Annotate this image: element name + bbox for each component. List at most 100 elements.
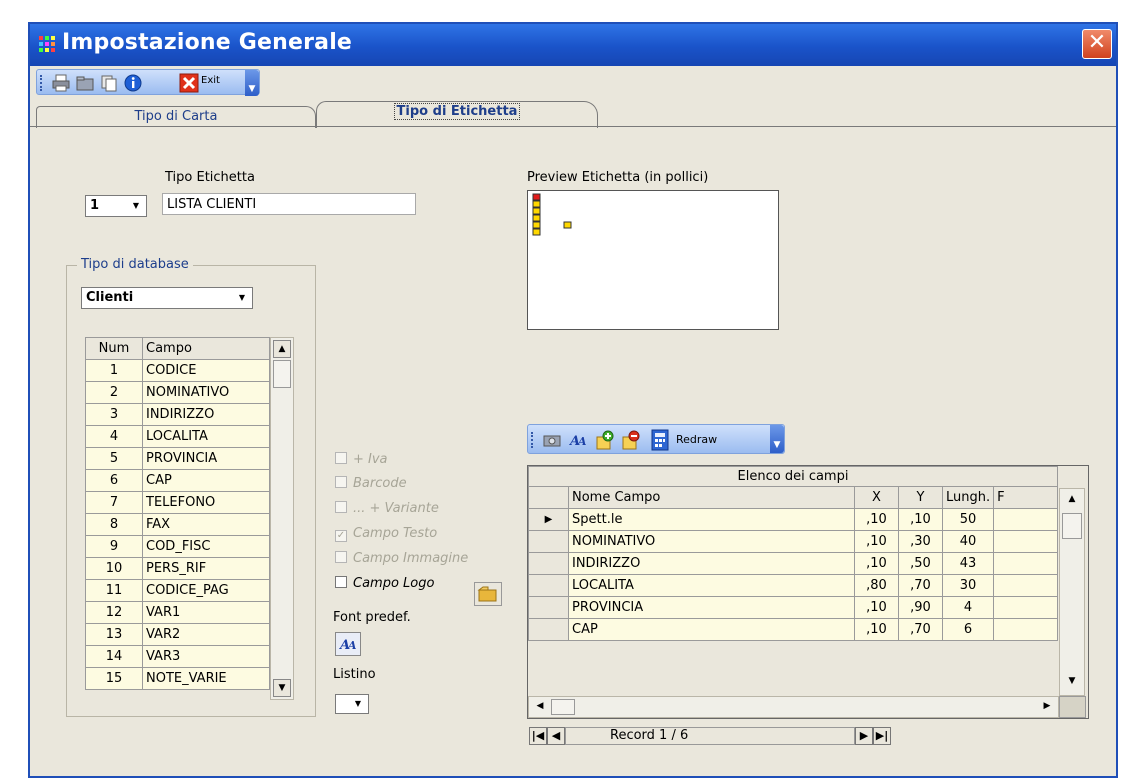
field-f-cell[interactable]: [993, 574, 1058, 597]
fields-vertical-scrollbar[interactable]: ▲ ▼: [1059, 488, 1085, 696]
scroll-up-icon[interactable]: ▲: [1063, 491, 1081, 509]
campi-name-cell[interactable]: CODICE_PAG: [142, 579, 270, 602]
camera-icon[interactable]: [542, 431, 562, 449]
campi-name-cell[interactable]: VAR1: [142, 601, 270, 624]
field-x-cell[interactable]: ,10: [854, 596, 899, 619]
campi-num-cell[interactable]: 7: [85, 491, 143, 514]
title-bar[interactable]: Impostazione Generale ✕: [30, 24, 1116, 66]
chevron-down-icon[interactable]: ▼: [128, 198, 144, 214]
listino-select[interactable]: ▼: [335, 694, 369, 714]
field-length-cell[interactable]: 50: [941, 508, 995, 531]
campi-num-cell[interactable]: 15: [85, 667, 143, 690]
campi-row[interactable]: 15 NOTE_VARIE: [85, 667, 270, 690]
redraw-button[interactable]: Redraw: [676, 433, 717, 446]
field-y-cell[interactable]: ,70: [898, 618, 943, 641]
scroll-down-icon[interactable]: ▼: [1063, 673, 1081, 691]
exit-button-label[interactable]: Exit: [201, 75, 220, 86]
field-f-cell[interactable]: [993, 618, 1058, 641]
campi-num-cell[interactable]: 12: [85, 601, 143, 624]
campi-name-cell[interactable]: NOMINATIVO: [142, 381, 270, 404]
field-length-cell[interactable]: 30: [941, 574, 995, 597]
scroll-right-icon[interactable]: ▶: [1038, 698, 1056, 716]
campi-name-cell[interactable]: CODICE: [142, 359, 270, 382]
campi-name-cell[interactable]: FAX: [142, 513, 270, 536]
next-record-icon[interactable]: ▶: [855, 727, 873, 745]
field-f-cell[interactable]: [993, 530, 1058, 553]
campo-testo-checkbox[interactable]: ✓ Campo Testo: [335, 526, 437, 542]
field-f-cell[interactable]: [993, 596, 1058, 619]
campi-num-cell[interactable]: 14: [85, 645, 143, 668]
iva-checkbox[interactable]: + Iva: [335, 452, 388, 467]
campi-scrollbar[interactable]: ▲ ▼: [270, 337, 294, 700]
field-x-cell[interactable]: ,10: [854, 552, 899, 575]
campi-row[interactable]: 9 COD_FISC: [85, 535, 270, 558]
tab-tipo-di-carta[interactable]: Tipo di Carta: [36, 106, 316, 128]
add-field-icon[interactable]: [594, 429, 616, 451]
campi-num-cell[interactable]: 1: [85, 359, 143, 382]
last-record-icon[interactable]: ▶|: [873, 727, 891, 745]
campi-name-cell[interactable]: INDIRIZZO: [142, 403, 270, 426]
toolbar-grip[interactable]: [531, 432, 534, 448]
field-name-cell[interactable]: PROVINCIA: [568, 596, 855, 619]
field-f-cell[interactable]: [993, 552, 1058, 575]
field-name-cell[interactable]: CAP: [568, 618, 855, 641]
campi-num-cell[interactable]: 6: [85, 469, 143, 492]
campi-row[interactable]: 3 INDIRIZZO: [85, 403, 270, 426]
field-row[interactable]: NOMINATIVO ,10,30 40: [528, 530, 1058, 553]
barcode-checkbox[interactable]: Barcode: [335, 476, 407, 491]
campi-row[interactable]: 7 TELEFONO: [85, 491, 270, 514]
row-selector[interactable]: [528, 574, 569, 597]
row-selector[interactable]: [528, 552, 569, 575]
campi-num-cell[interactable]: 13: [85, 623, 143, 646]
field-y-cell[interactable]: ,70: [898, 574, 943, 597]
field-row[interactable]: ▶ Spett.le ,10,10 50: [528, 508, 1058, 531]
remove-field-icon[interactable]: [620, 429, 642, 451]
variante-checkbox[interactable]: ... + Variante: [335, 501, 439, 516]
campi-row[interactable]: 12 VAR1: [85, 601, 270, 624]
campo-immagine-checkbox[interactable]: Campo Immagine: [335, 551, 468, 566]
field-name-cell[interactable]: Spett.le: [568, 508, 855, 531]
campi-name-cell[interactable]: TELEFONO: [142, 491, 270, 514]
campi-row[interactable]: 10 PERS_RIF: [85, 557, 270, 580]
campi-row[interactable]: 2 NOMINATIVO: [85, 381, 270, 404]
field-y-cell[interactable]: ,50: [898, 552, 943, 575]
field-row[interactable]: INDIRIZZO ,10,50 43: [528, 552, 1058, 575]
chevron-down-icon[interactable]: ▼: [350, 696, 366, 712]
campi-row[interactable]: 4 LOCALITA: [85, 425, 270, 448]
close-button[interactable]: ✕: [1082, 29, 1112, 59]
row-selector[interactable]: [528, 618, 569, 641]
scroll-down-icon[interactable]: ▼: [273, 679, 291, 697]
column-header-lungh[interactable]: Lungh.: [941, 486, 995, 509]
scroll-thumb[interactable]: [1062, 513, 1082, 539]
font-icon[interactable]: A A: [335, 632, 361, 656]
field-name-cell[interactable]: NOMINATIVO: [568, 530, 855, 553]
campi-num-cell[interactable]: 10: [85, 557, 143, 580]
row-selector[interactable]: [528, 596, 569, 619]
campi-name-cell[interactable]: CAP: [142, 469, 270, 492]
field-x-cell[interactable]: ,80: [854, 574, 899, 597]
column-header-campo[interactable]: Campo: [142, 337, 270, 360]
first-record-icon[interactable]: |◀: [529, 727, 547, 745]
campi-num-cell[interactable]: 3: [85, 403, 143, 426]
toolbar-overflow-icon[interactable]: ▼: [770, 425, 784, 453]
campi-row[interactable]: 5 PROVINCIA: [85, 447, 270, 470]
field-f-cell[interactable]: [993, 508, 1058, 531]
campi-num-cell[interactable]: 9: [85, 535, 143, 558]
scroll-left-icon[interactable]: ◀: [531, 698, 549, 716]
campi-row[interactable]: 13 VAR2: [85, 623, 270, 646]
chevron-down-icon[interactable]: ▼: [234, 290, 250, 306]
campi-row[interactable]: 8 FAX: [85, 513, 270, 536]
campi-num-cell[interactable]: 4: [85, 425, 143, 448]
campi-num-cell[interactable]: 8: [85, 513, 143, 536]
field-y-cell[interactable]: ,30: [898, 530, 943, 553]
field-length-cell[interactable]: 43: [941, 552, 995, 575]
toolbar-grip[interactable]: [40, 75, 43, 91]
column-header-y[interactable]: Y: [898, 486, 943, 509]
campi-name-cell[interactable]: VAR2: [142, 623, 270, 646]
scroll-up-icon[interactable]: ▲: [273, 340, 291, 358]
field-y-cell[interactable]: ,10: [898, 508, 943, 531]
column-header-x[interactable]: X: [854, 486, 899, 509]
fields-horizontal-scrollbar[interactable]: ◀ ▶: [528, 696, 1059, 718]
campi-name-cell[interactable]: LOCALITA: [142, 425, 270, 448]
field-x-cell[interactable]: ,10: [854, 618, 899, 641]
